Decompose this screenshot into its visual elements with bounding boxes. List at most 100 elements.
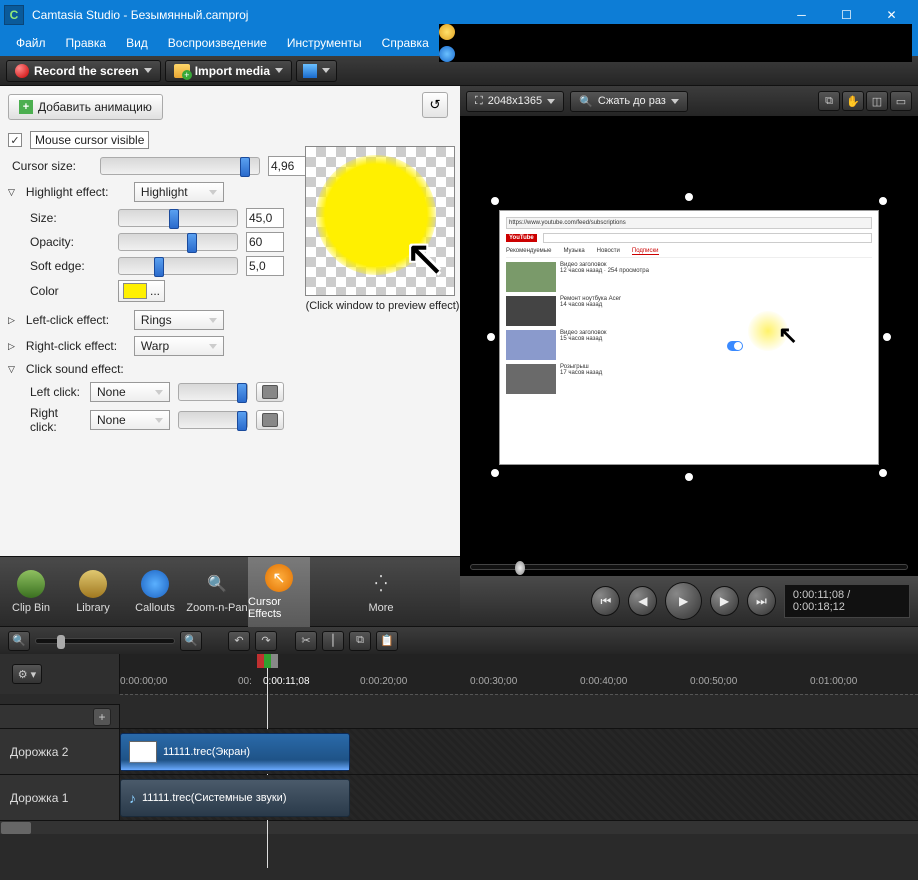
mouse-visible-label: Mouse cursor visible [30, 131, 149, 149]
timeline-ruler[interactable]: ⚙ ▾ 0:00:00;00 00: 0:00:20;00 0:00:30;00… [0, 654, 918, 694]
music-note-icon: ♪ [129, 790, 136, 806]
right-click-sound-select[interactable]: None [90, 410, 170, 430]
app-icon: C [4, 5, 24, 25]
dimensions-button[interactable]: ⛶2048x1365 [466, 91, 564, 112]
color-picker[interactable]: ... [118, 280, 165, 302]
menu-edit[interactable]: Правка [56, 32, 117, 54]
highlight-effect-select[interactable]: Highlight [134, 182, 224, 202]
click-sound-effect-label: Click sound effect: [26, 362, 124, 376]
menu-file[interactable]: Файл [6, 32, 56, 54]
import-media-button[interactable]: Import media [165, 60, 292, 82]
play-button[interactable]: ▶ [665, 582, 702, 620]
tab-cursor-effects[interactable]: ↖Cursor Effects [248, 557, 310, 627]
time-display: 0:00:11;08 / 0:00:18;12 [784, 584, 910, 618]
preview-sound-button[interactable] [256, 410, 284, 430]
detach-button[interactable]: ⧉ [818, 91, 840, 111]
cursor-size-value[interactable]: 4,96 [268, 156, 306, 176]
preview-caption: (Click window to preview effect) [305, 300, 460, 312]
playback-bar [460, 558, 918, 576]
tab-library[interactable]: Library [62, 557, 124, 627]
timeline-settings-button[interactable]: ⚙ ▾ [12, 664, 42, 684]
preview-canvas-area[interactable]: https://www.youtube.com/feed/subscriptio… [460, 116, 918, 558]
preview-sound-button[interactable] [256, 382, 284, 402]
collapse-icon[interactable]: ▷ [8, 341, 15, 352]
callouts-icon [141, 570, 169, 598]
produce-share-button[interactable] [296, 60, 337, 82]
record-screen-button[interactable]: Record the screen [6, 60, 161, 82]
timeline-scrollbar[interactable] [0, 820, 918, 834]
cursor-preview: ↖ (Click window to preview effect) [305, 116, 460, 312]
reset-button[interactable]: ↺ [422, 92, 448, 118]
opacity-slider[interactable] [118, 233, 238, 251]
size-value[interactable]: 45,0 [246, 208, 284, 228]
mouse-visible-checkbox[interactable] [8, 133, 22, 147]
playback-slider[interactable] [470, 564, 908, 570]
split-button[interactable]: ⎮ [322, 631, 344, 651]
cursor-effects-panel: + Добавить анимацию ↺ Mouse cursor visib… [0, 86, 460, 556]
size-label: Size: [12, 211, 110, 225]
menu-help[interactable]: Справка [372, 32, 439, 54]
zoom-slider[interactable] [35, 638, 175, 644]
fullscreen-button[interactable]: ▭ [890, 91, 912, 111]
tool-tabs: Clip Bin Library Callouts 🔍Zoom-n-Pan ↖C… [0, 556, 460, 626]
audio-clip[interactable]: ♪ 11111.trec(Системные звуки) [120, 779, 350, 817]
video-clip[interactable]: 11111.trec(Экран) [120, 733, 350, 771]
size-slider[interactable] [118, 209, 238, 227]
collapse-icon[interactable]: ▷ [8, 315, 15, 326]
tip-icon[interactable] [439, 24, 455, 40]
help-icon[interactable] [439, 46, 455, 62]
undo-button[interactable]: ↶ [228, 631, 250, 651]
add-track-button[interactable]: + [93, 708, 111, 726]
paste-button[interactable]: 📋 [376, 631, 398, 651]
speaker-icon [262, 413, 278, 427]
shrink-button[interactable]: 🔍Сжать до раз [570, 91, 688, 112]
track-1-body[interactable]: ♪ 11111.trec(Системные звуки) [120, 775, 918, 820]
step-forward-button[interactable]: ▶ [710, 586, 739, 616]
library-icon [79, 570, 107, 598]
zoom-out-button[interactable]: 🔍 [8, 631, 30, 651]
right-click-effect-select[interactable]: Warp [134, 336, 224, 356]
step-back-button[interactable]: ◀ [628, 586, 657, 616]
next-clip-button[interactable]: ⏭ [747, 586, 776, 616]
opacity-label: Opacity: [12, 235, 110, 249]
preview-frame[interactable]: https://www.youtube.com/feed/subscriptio… [499, 210, 879, 465]
cut-button[interactable]: ✂ [295, 631, 317, 651]
zoom-in-button[interactable]: 🔍 [180, 631, 202, 651]
track-2: Дорожка 2 11111.trec(Экран) [0, 728, 918, 774]
collapse-icon[interactable]: ▽ [8, 187, 15, 198]
left-click-effect-select[interactable]: Rings [134, 310, 224, 330]
track-2-body[interactable]: 11111.trec(Экран) [120, 729, 918, 774]
resize-icon: ⛶ [475, 95, 483, 108]
copy-button[interactable]: ⧉ [349, 631, 371, 651]
redo-button[interactable]: ↷ [255, 631, 277, 651]
crop-button[interactable]: ◫ [866, 91, 888, 111]
highlight-effect-label: Highlight effect: [26, 185, 126, 199]
tab-more[interactable]: ⁛More [350, 557, 412, 627]
tab-clip-bin[interactable]: Clip Bin [0, 557, 62, 627]
left-click-sound-select[interactable]: None [90, 382, 170, 402]
menu-bar: Файл Правка Вид Воспроизведение Инструме… [0, 30, 918, 56]
soft-edge-value[interactable]: 5,0 [246, 256, 284, 276]
tab-zoom[interactable]: 🔍Zoom-n-Pan [186, 557, 248, 627]
preview-toolbar: ⛶2048x1365 🔍Сжать до раз ⧉ ✋ ◫ ▭ [460, 86, 918, 116]
menu-play[interactable]: Воспроизведение [158, 32, 277, 54]
menu-tools[interactable]: Инструменты [277, 32, 372, 54]
track-2-header[interactable]: Дорожка 2 [0, 729, 120, 774]
opacity-value[interactable]: 60 [246, 232, 284, 252]
right-click-volume-slider[interactable] [178, 411, 248, 429]
collapse-icon[interactable]: ▽ [8, 364, 15, 375]
left-click-volume-slider[interactable] [178, 383, 248, 401]
tab-callouts[interactable]: Callouts [124, 557, 186, 627]
track-1: Дорожка 1 ♪ 11111.trec(Системные звуки) [0, 774, 918, 820]
preview-cursor-icon: ↖ [778, 321, 798, 350]
soft-edge-slider[interactable] [118, 257, 238, 275]
menu-view[interactable]: Вид [116, 32, 158, 54]
add-animation-button[interactable]: + Добавить анимацию [8, 94, 163, 120]
cursor-size-slider[interactable] [100, 157, 260, 175]
track-1-header[interactable]: Дорожка 1 [0, 775, 120, 820]
cursor-preview-canvas[interactable]: ↖ [305, 146, 455, 296]
prev-clip-button[interactable]: ⏮ [591, 586, 620, 616]
cursor-size-label: Cursor size: [12, 159, 92, 173]
color-swatch [123, 283, 147, 299]
pan-button[interactable]: ✋ [842, 91, 864, 111]
